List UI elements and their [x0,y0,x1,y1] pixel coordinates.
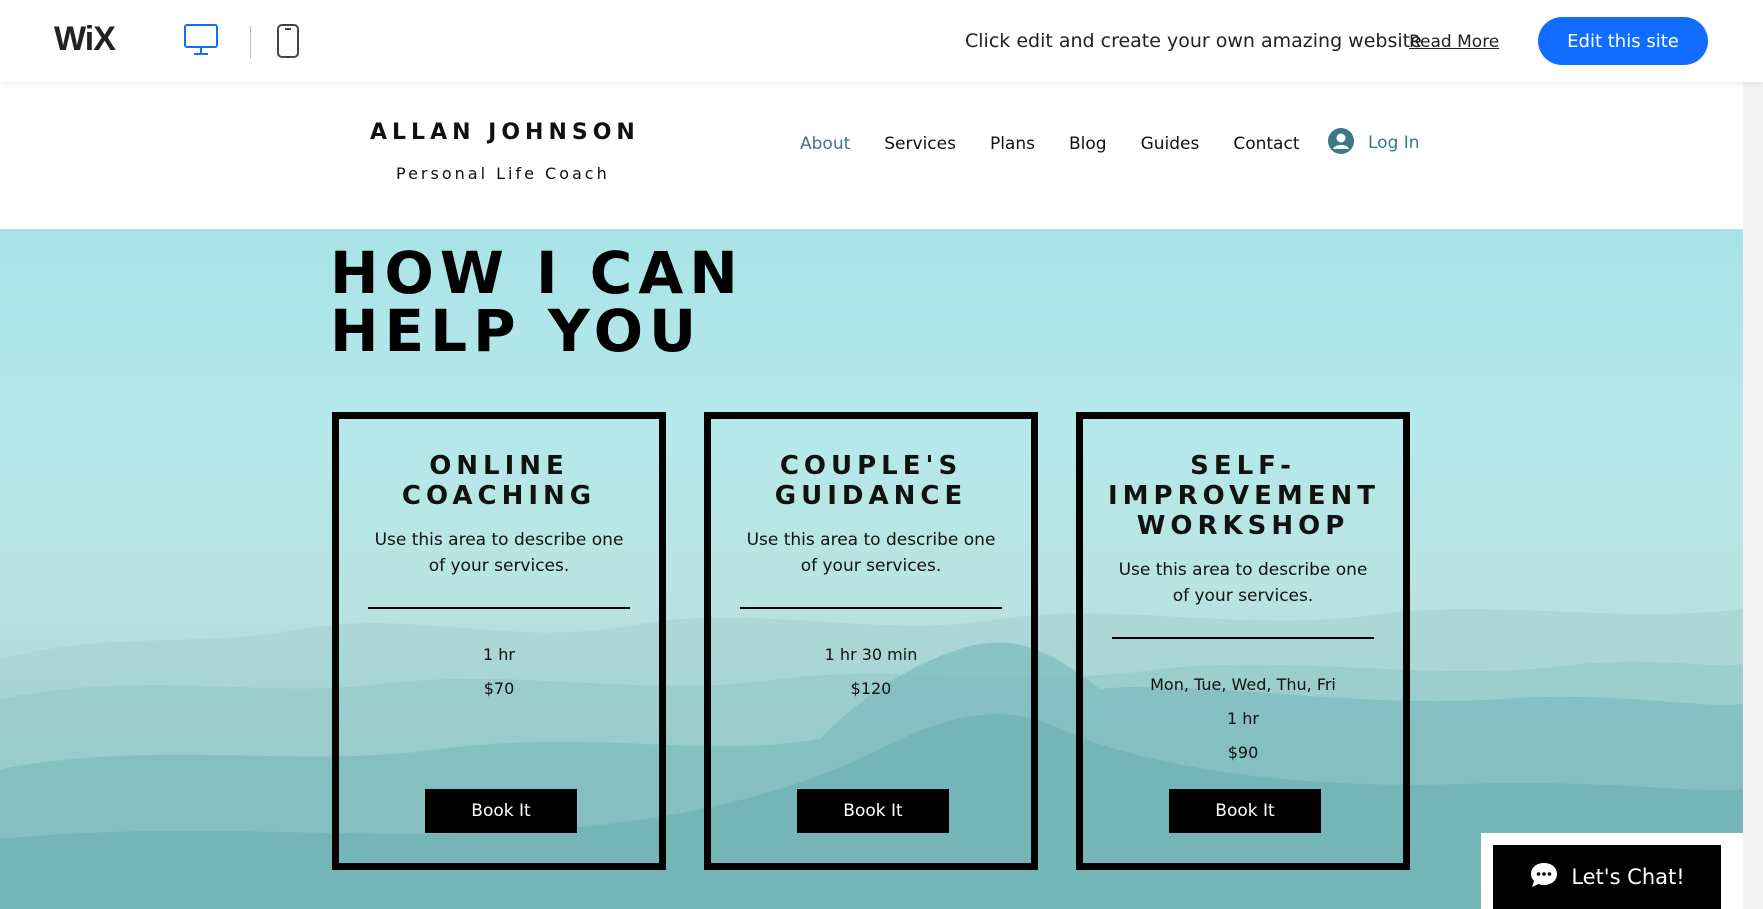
main-nav: About Services Plans Blog Guides Contact [800,134,1333,154]
site-title[interactable]: ALLAN JOHNSON [370,120,640,145]
service-card-self-improvement: SELF-IMPROVEMENT WORKSHOP Use this area … [1076,412,1410,870]
book-it-button[interactable]: Book It [1169,789,1321,833]
nav-item-blog[interactable]: Blog [1069,134,1107,154]
service-card-couples-guidance: COUPLE'S GUIDANCE Use this area to descr… [704,412,1038,870]
promo-message: Click edit and create your own amazing w… [965,30,1422,52]
service-divider [740,607,1002,609]
service-duration: 1 hr 30 min [824,645,918,664]
site-subtitle: Personal Life Coach [396,164,610,183]
service-duration: 1 hr [1227,709,1259,728]
service-price: $120 [850,679,892,698]
mobile-icon[interactable] [277,24,299,62]
nav-item-plans[interactable]: Plans [990,134,1035,154]
service-price: $70 [483,679,515,698]
service-divider [368,607,630,609]
service-description: Use this area to describe one of your se… [746,530,996,576]
lets-chat-button[interactable]: Let's Chat! [1493,845,1721,909]
book-it-button[interactable]: Book It [425,789,577,833]
service-duration: 1 hr [483,645,515,664]
nav-item-about[interactable]: About [800,134,850,154]
nav-item-services[interactable]: Services [884,134,956,154]
service-days: Mon, Tue, Wed, Thu, Fri [1150,675,1336,694]
service-title: SELF-IMPROVEMENT WORKSHOP [1108,451,1381,541]
user-avatar-icon [1328,128,1354,158]
service-title: COUPLE'S GUIDANCE [774,451,968,511]
read-more-link[interactable]: Read More [1409,32,1499,52]
login-button[interactable]: Log In [1328,128,1420,158]
desktop-icon[interactable] [184,24,218,60]
section-title-line-2: HELP YOU [330,297,703,365]
nav-item-contact[interactable]: Contact [1233,134,1299,154]
service-divider [1112,637,1374,639]
service-price: $90 [1227,743,1259,762]
scrollbar-track[interactable] [1743,82,1763,909]
service-title: ONLINE COACHING [401,451,597,511]
device-separator [250,26,251,58]
service-description: Use this area to describe one of your se… [1118,560,1368,606]
section-title: HOW I CAN HELP YOU [330,244,744,360]
chat-bubble-icon [1529,861,1559,893]
section-title-line-1: HOW I CAN [330,239,744,307]
site-header: ALLAN JOHNSON Personal Life Coach About … [0,82,1743,229]
edit-site-button[interactable]: Edit this site [1538,17,1708,65]
nav-item-guides[interactable]: Guides [1141,134,1200,154]
chat-label: Let's Chat! [1571,865,1685,889]
service-description: Use this area to describe one of your se… [374,530,624,576]
login-label: Log In [1368,133,1420,153]
wix-editor-bar: WiX Click edit and create your own amazi… [0,0,1763,82]
service-card-online-coaching: ONLINE COACHING Use this area to describ… [332,412,666,870]
services-section: HOW I CAN HELP YOU ONLINE COACHING Use t… [0,229,1743,909]
wix-logo[interactable]: WiX [54,20,116,59]
book-it-button[interactable]: Book It [797,789,949,833]
